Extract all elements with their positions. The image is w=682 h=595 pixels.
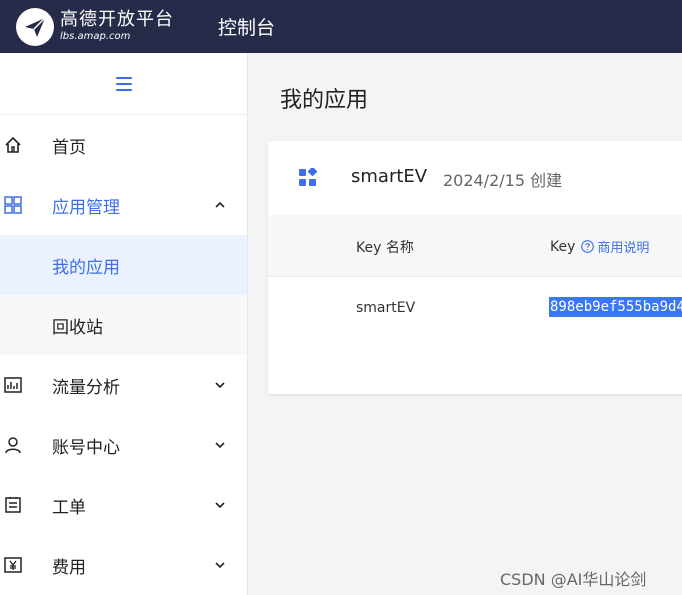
app-icon — [299, 168, 318, 186]
logo[interactable]: 高德开放平台 lbs.amap.com — [16, 7, 174, 46]
sidebar-item-label: 首页 — [52, 137, 86, 158]
key-name-cell: smartEV — [356, 300, 416, 316]
sidebar-item-label: 我的应用 — [52, 257, 120, 278]
chevron-down-icon — [215, 562, 225, 569]
app-card-header: smartEV 2024/2/15 创建 — [268, 141, 682, 215]
sidebar-item-label: 费用 — [52, 557, 86, 578]
page-title: 我的应用 — [280, 88, 369, 113]
watermark: CSDN @AI华山论剑 — [500, 570, 647, 589]
sidebar-item-my-apps[interactable]: 我的应用 — [0, 235, 247, 295]
console-title[interactable]: 控制台 — [218, 13, 275, 40]
key-value-cell[interactable]: 898eb9ef555ba9d4f — [549, 297, 682, 317]
ticket-icon — [5, 497, 21, 513]
sidebar-item-recycle-bin[interactable]: 回收站 — [0, 295, 247, 355]
key-table: Key 名称 Key 商用说明 smartEV 898eb9ef555ba9d4… — [268, 215, 682, 341]
column-header-key-name: Key 名称 — [356, 240, 414, 256]
sidebar-item-label: 账号中心 — [52, 437, 120, 458]
logo-subtitle: lbs.amap.com — [60, 31, 131, 42]
sidebar-item-account-center[interactable]: 账号中心 — [0, 415, 247, 475]
sidebar-item-traffic-analysis[interactable]: 流量分析 — [0, 355, 247, 415]
column-header-key: Key 商用说明 — [550, 237, 649, 257]
sidebar-item-label: 回收站 — [52, 317, 103, 338]
sidebar-item-app-management[interactable]: 应用管理 — [0, 175, 247, 235]
question-circle-icon — [581, 240, 595, 253]
app-name: smartEV — [351, 166, 428, 187]
chevron-down-icon — [215, 382, 225, 389]
chevron-down-icon — [215, 442, 225, 449]
chevron-up-icon — [215, 201, 225, 208]
top-bar: 高德开放平台 lbs.amap.com 控制台 — [0, 0, 682, 53]
sidebar-item-home[interactable]: 首页 — [0, 115, 247, 175]
yen-icon — [4, 557, 22, 573]
sidebar: 首页 应用管理 我的应用 回收站 流量分析 账号中心 工单 费用 — [0, 53, 248, 595]
sidebar-item-label: 工单 — [52, 497, 86, 518]
help-link-label: 商用说明 — [597, 241, 650, 256]
app-management-submenu: 我的应用 回收站 — [0, 235, 247, 355]
chevron-down-icon — [215, 502, 225, 509]
user-icon — [5, 437, 21, 454]
sidebar-item-label: 流量分析 — [52, 377, 120, 398]
hamburger-icon — [115, 76, 132, 91]
paper-plane-logo-icon — [16, 7, 54, 46]
table-row: smartEV 898eb9ef555ba9d4f — [268, 277, 682, 341]
sidebar-item-work-order[interactable]: 工单 — [0, 475, 247, 535]
grid-icon — [4, 196, 22, 214]
sidebar-item-label: 应用管理 — [52, 197, 120, 218]
sidebar-collapse-button[interactable] — [0, 53, 247, 115]
home-icon — [5, 136, 21, 153]
main-content: 我的应用 smartEV 2024/2/15 创建 Key 名称 Key 商用说… — [249, 53, 682, 595]
app-created-date: 2024/2/15 创建 — [443, 171, 563, 190]
table-header: Key 名称 Key 商用说明 — [268, 215, 682, 277]
chart-icon — [4, 377, 22, 393]
commercial-help-link[interactable]: 商用说明 — [581, 237, 649, 256]
column-header-key-label: Key — [550, 238, 576, 255]
sidebar-item-billing[interactable]: 费用 — [0, 535, 247, 595]
logo-title: 高德开放平台 — [60, 9, 174, 30]
app-card: smartEV 2024/2/15 创建 Key 名称 Key 商用说明 sma… — [268, 141, 682, 394]
